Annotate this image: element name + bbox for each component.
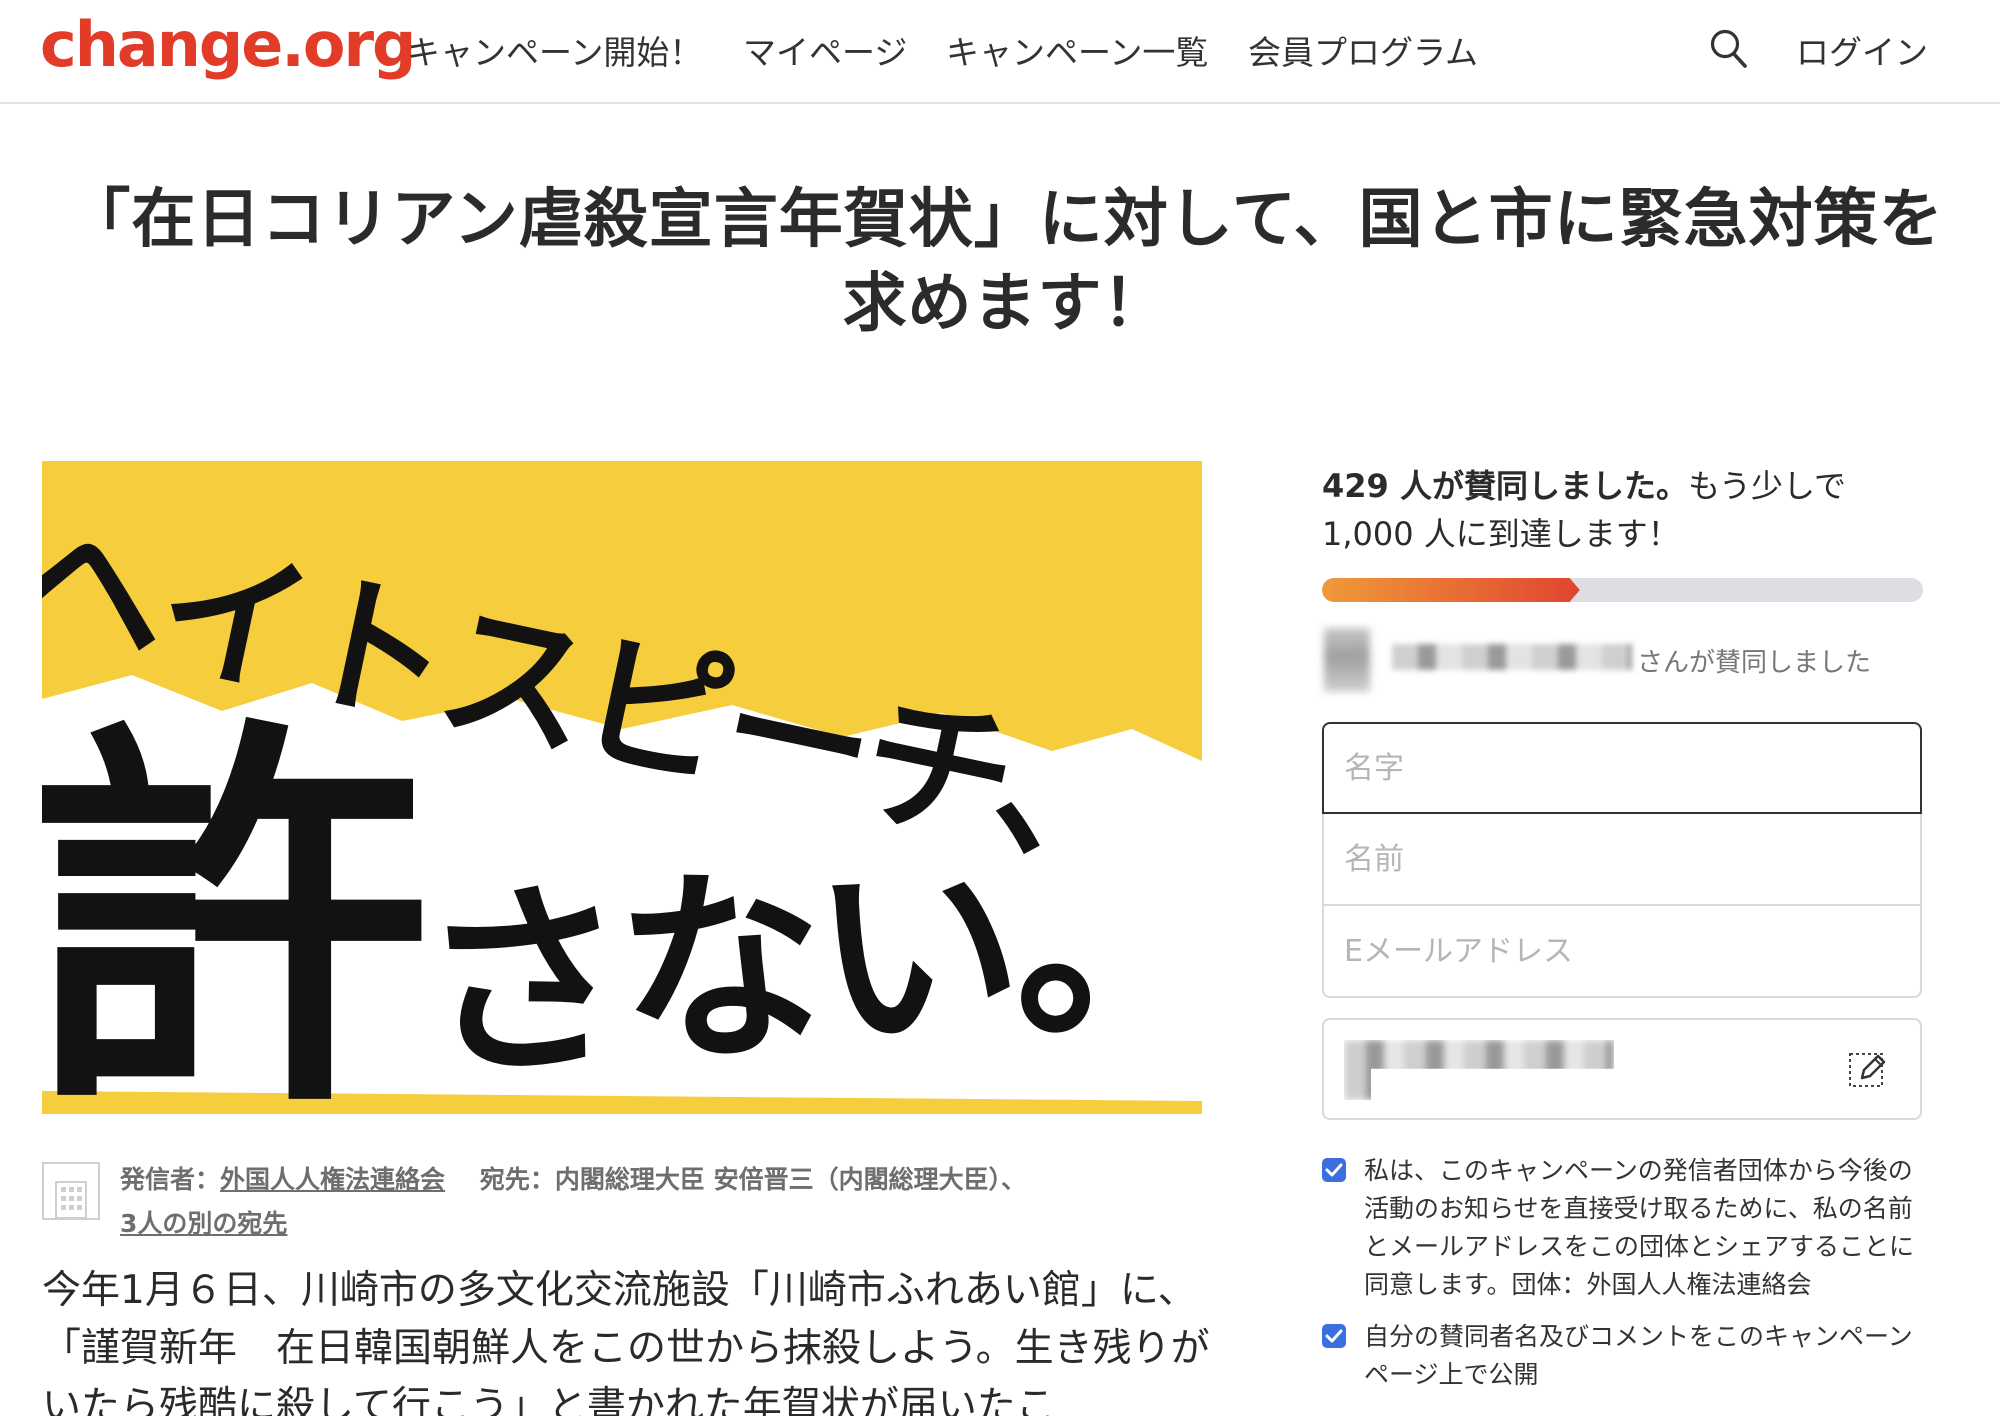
organization-building-icon: [42, 1162, 100, 1220]
recent-signer-label: さんが賛同しました: [1637, 648, 1872, 678]
email-field[interactable]: [1322, 906, 1922, 998]
sign-form: [1322, 722, 1922, 998]
nav-my-page[interactable]: マイページ: [743, 26, 907, 74]
consent-share-label: 私は、このキャンペーンの発信者団体から今後の活動のお知らせを直接受け取るために、…: [1364, 1156, 1915, 1299]
nav-start-campaign[interactable]: キャンペーン開始！: [407, 26, 702, 74]
last-name-field[interactable]: [1322, 722, 1922, 814]
location-value-redacted: [1344, 1040, 1614, 1100]
signature-progress-fill: [1322, 578, 1580, 602]
signature-count-bold: 429 人が賛同しました。: [1322, 467, 1688, 505]
signature-count: 429 人が賛同しました。もう少しで 1,000 人に到達します！: [1322, 462, 1922, 558]
petition-title: 「在日コリアン虐殺宣言年賀状」に対して、国と市に緊急対策を求めます！: [66, 183, 1944, 341]
search-icon[interactable]: [1708, 26, 1750, 72]
signature-progress-bar: [1322, 578, 1923, 602]
nav-campaign-list[interactable]: キャンペーン一覧: [946, 26, 1208, 74]
other-targets-link[interactable]: 3人の別の宛先: [120, 1204, 287, 1240]
nav-membership-program[interactable]: 会員プログラム: [1248, 26, 1478, 74]
hero-headline-kanji: 許: [42, 691, 430, 1114]
target-decision-maker: 宛先：内閣総理大臣 安倍晋三（内閣総理大臣）、: [479, 1165, 1027, 1194]
consent-public-checkbox[interactable]: [1322, 1324, 1346, 1348]
location-field[interactable]: [1322, 1018, 1922, 1120]
first-name-field[interactable]: [1322, 814, 1922, 906]
starter-info: 発信者：外国人人権法連絡会 宛先：内閣総理大臣 安倍晋三（内閣総理大臣）、: [120, 1160, 1026, 1196]
recent-signer: さんが賛同しました: [1312, 626, 1932, 696]
starter-label: 発信者：: [120, 1165, 221, 1194]
top-navigation-bar: change.org キャンペーン開始！ マイページ キャンペーン一覧 会員プロ…: [0, 0, 2000, 104]
change-org-logo[interactable]: change.org: [40, 8, 416, 81]
consent-public-label: 自分の賛同者名及びコメントをこのキャンペーンページ上で公開: [1364, 1322, 1913, 1389]
petition-image: ヘイトスピーチ、 許 さない。: [42, 461, 1202, 1114]
petition-description: 今年1月６日、川崎市の多文化交流施設「川崎市ふれあい館」に、「謹賀新年 在日韓国…: [42, 1268, 1210, 1416]
starter-organization-link[interactable]: 外国人人権法連絡会: [220, 1165, 445, 1194]
login-link[interactable]: ログイン: [1796, 26, 1928, 74]
consent-share-checkbox[interactable]: [1322, 1158, 1346, 1182]
recent-signer-avatar: [1324, 628, 1370, 692]
pencil-icon[interactable]: [1848, 1048, 1888, 1090]
recent-signer-name-redacted: [1392, 644, 1632, 670]
